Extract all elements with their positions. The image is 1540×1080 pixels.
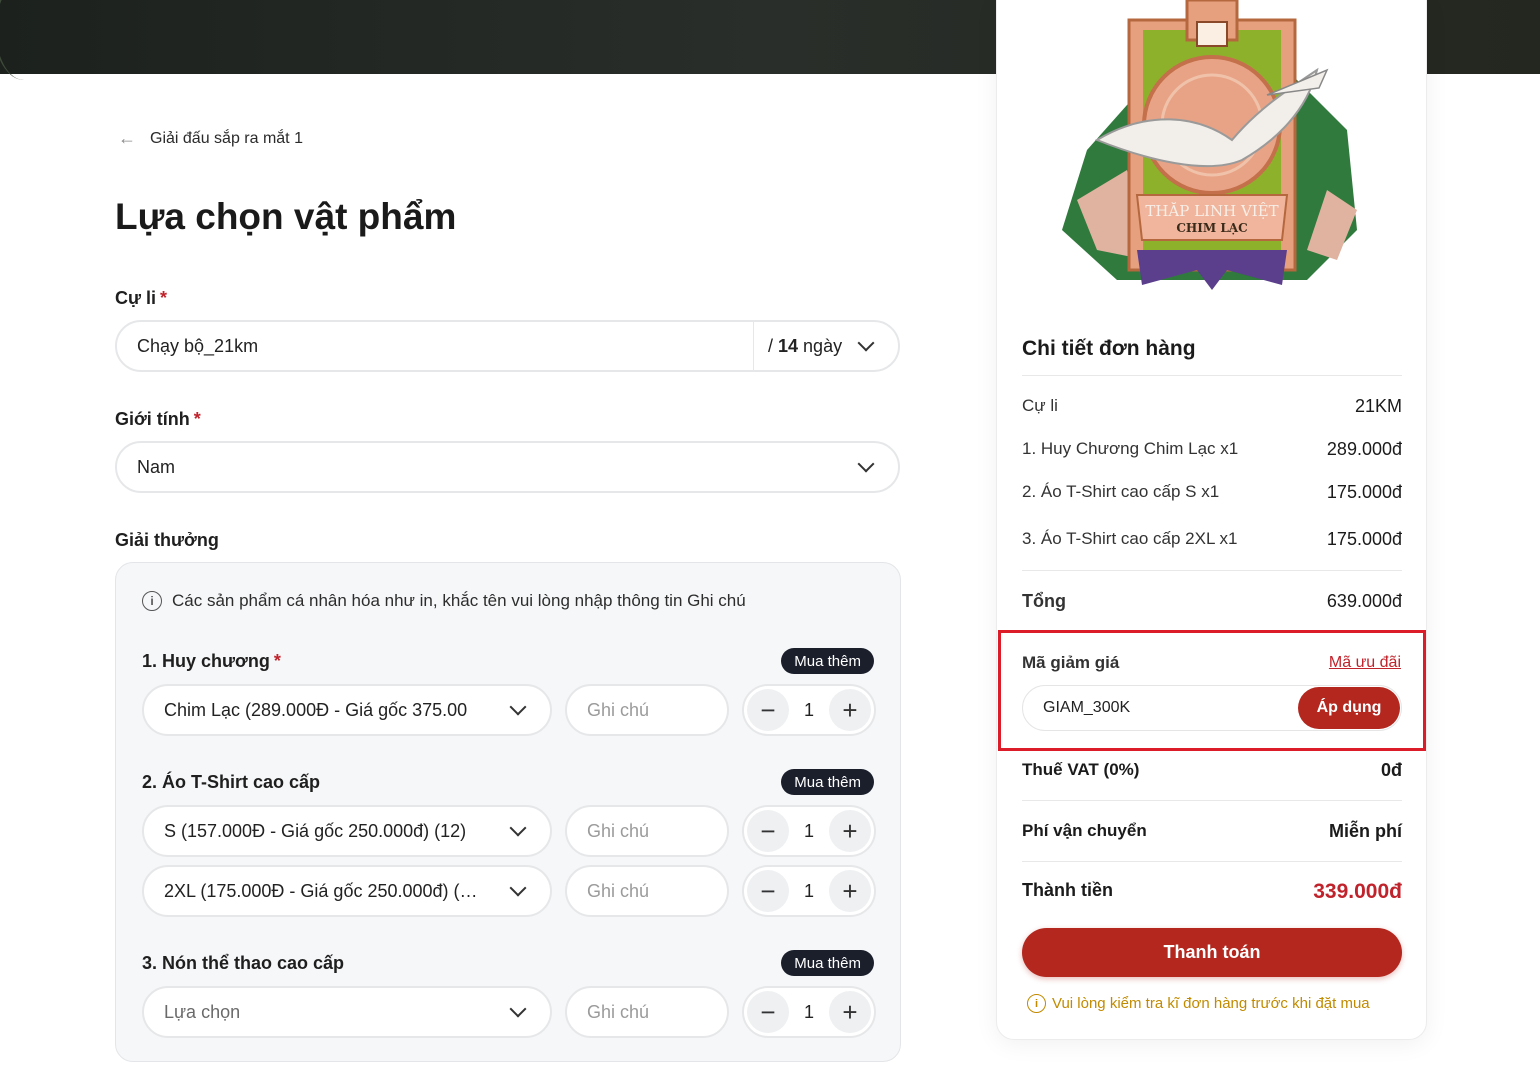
section-title-medal: 1. Huy chương *: [142, 651, 281, 671]
checkout-button[interactable]: Thanh toán: [1022, 928, 1402, 977]
awards-label: Giải thưởng: [115, 530, 219, 550]
buy-more-button[interactable]: Mua thêm: [781, 648, 874, 674]
gender-label: Giới tính *: [115, 409, 201, 429]
option-select[interactable]: S (157.000Đ - Giá gốc 250.000đ) (12): [142, 805, 552, 857]
info-icon: i: [1027, 994, 1046, 1013]
back-link[interactable]: ← Giải đấu sắp ra mắt 1: [118, 128, 303, 149]
days-select[interactable]: / 14 ngày: [754, 334, 898, 357]
awards-panel: i Các sản phẩm cá nhân hóa như in, khắc …: [115, 562, 901, 1062]
minus-button[interactable]: −: [747, 991, 789, 1033]
note-input[interactable]: Ghi chú: [565, 684, 729, 736]
chevron-down-icon: [857, 455, 875, 473]
distance-value: Chạy bộ_21km: [137, 335, 259, 356]
item-row: Lựa chọn Ghi chú − 1 +: [142, 986, 876, 1038]
option-select[interactable]: 2XL (175.000Đ - Giá gốc 250.000đ) (…: [142, 865, 552, 917]
order-total: Thành tiền 339.000đ: [1022, 880, 1402, 903]
plus-button[interactable]: +: [828, 689, 871, 731]
item-row: Chim Lạc (289.000Đ - Giá gốc 375.00 Ghi …: [142, 684, 876, 736]
page-title: Lựa chọn vật phẩm: [115, 196, 457, 237]
item-row: 2XL (175.000Đ - Giá gốc 250.000đ) (… Ghi…: [142, 865, 876, 917]
minus-button[interactable]: −: [747, 810, 789, 852]
discount-code-input[interactable]: GIAM_300K Áp dụng: [1022, 685, 1402, 731]
order-item: 1. Huy Chương Chim Lạc x1 289.000đ: [1022, 439, 1402, 459]
chevron-down-icon: [509, 1000, 527, 1018]
quantity-stepper: − 1 +: [742, 986, 876, 1038]
section-title-tshirt: 2. Áo T-Shirt cao cấp: [142, 772, 321, 792]
order-summary-panel: THĂP LINH VIỆT CHIM LẠC Chi tiết đơn hàn…: [996, 0, 1427, 1040]
gender-value: Nam: [137, 456, 176, 477]
item-row: S (157.000Đ - Giá gốc 250.000đ) (12) Ghi…: [142, 805, 876, 857]
quantity-value: 1: [803, 1001, 814, 1022]
order-vat: Thuế VAT (0%) 0đ: [1022, 760, 1402, 780]
order-item: 2. Áo T-Shirt cao cấp S x1 175.000đ: [1022, 482, 1402, 502]
medal-text-1: THĂP LINH VIỆT: [1145, 202, 1278, 220]
note-input[interactable]: Ghi chú: [565, 986, 729, 1038]
gender-select[interactable]: Nam: [115, 441, 900, 493]
order-subtotal: Tổng 639.000đ: [1022, 591, 1402, 611]
buy-more-button[interactable]: Mua thêm: [781, 769, 874, 795]
order-shipping: Phí vận chuyển Miễn phí: [1022, 821, 1402, 841]
medal-image: THĂP LINH VIỆT CHIM LẠC: [1062, 0, 1357, 290]
discount-code-value: GIAM_300K: [1043, 699, 1131, 716]
quantity-value: 1: [803, 880, 814, 901]
plus-button[interactable]: +: [828, 991, 871, 1033]
chevron-down-icon: [857, 334, 875, 352]
quantity-value: 1: [803, 820, 814, 841]
quantity-stepper: − 1 +: [742, 865, 876, 917]
distance-label: Cự li *: [115, 288, 168, 308]
quantity-value: 1: [803, 699, 814, 720]
chevron-down-icon: [509, 819, 527, 837]
order-title: Chi tiết đơn hàng: [1022, 337, 1196, 360]
note-input[interactable]: Ghi chú: [565, 865, 729, 917]
option-select[interactable]: Chim Lạc (289.000Đ - Giá gốc 375.00: [142, 684, 552, 736]
back-label: Giải đấu sắp ra mắt 1: [150, 129, 303, 147]
order-distance: Cự li 21KM: [1022, 396, 1402, 416]
chevron-down-icon: [509, 879, 527, 897]
quantity-stepper: − 1 +: [742, 805, 876, 857]
chevron-down-icon: [509, 698, 527, 716]
quantity-stepper: − 1 +: [742, 684, 876, 736]
buy-more-button[interactable]: Mua thêm: [781, 950, 874, 976]
plus-button[interactable]: +: [828, 870, 871, 912]
section-title-cap: 3. Nón thể thao cao cấp: [142, 953, 345, 973]
distance-select[interactable]: Chạy bộ_21km / 14 ngày: [115, 320, 900, 372]
personalization-note: i Các sản phẩm cá nhân hóa như in, khắc …: [142, 591, 746, 611]
info-icon: i: [142, 591, 162, 611]
minus-button[interactable]: −: [747, 689, 789, 731]
minus-button[interactable]: −: [747, 870, 789, 912]
order-item: 3. Áo T-Shirt cao cấp 2XL x1 175.000đ: [1022, 529, 1402, 549]
arrow-left-icon: ←: [118, 128, 136, 148]
order-warning: i Vui lòng kiểm tra kĩ đơn hàng trước kh…: [1027, 994, 1370, 1013]
apply-button[interactable]: Áp dụng: [1298, 687, 1400, 729]
plus-button[interactable]: +: [828, 810, 871, 852]
note-input[interactable]: Ghi chú: [565, 805, 729, 857]
medal-text-2: CHIM LẠC: [1176, 221, 1247, 235]
option-select[interactable]: Lựa chọn: [142, 986, 552, 1038]
promo-link[interactable]: Mã ưu đãi: [1329, 654, 1401, 672]
